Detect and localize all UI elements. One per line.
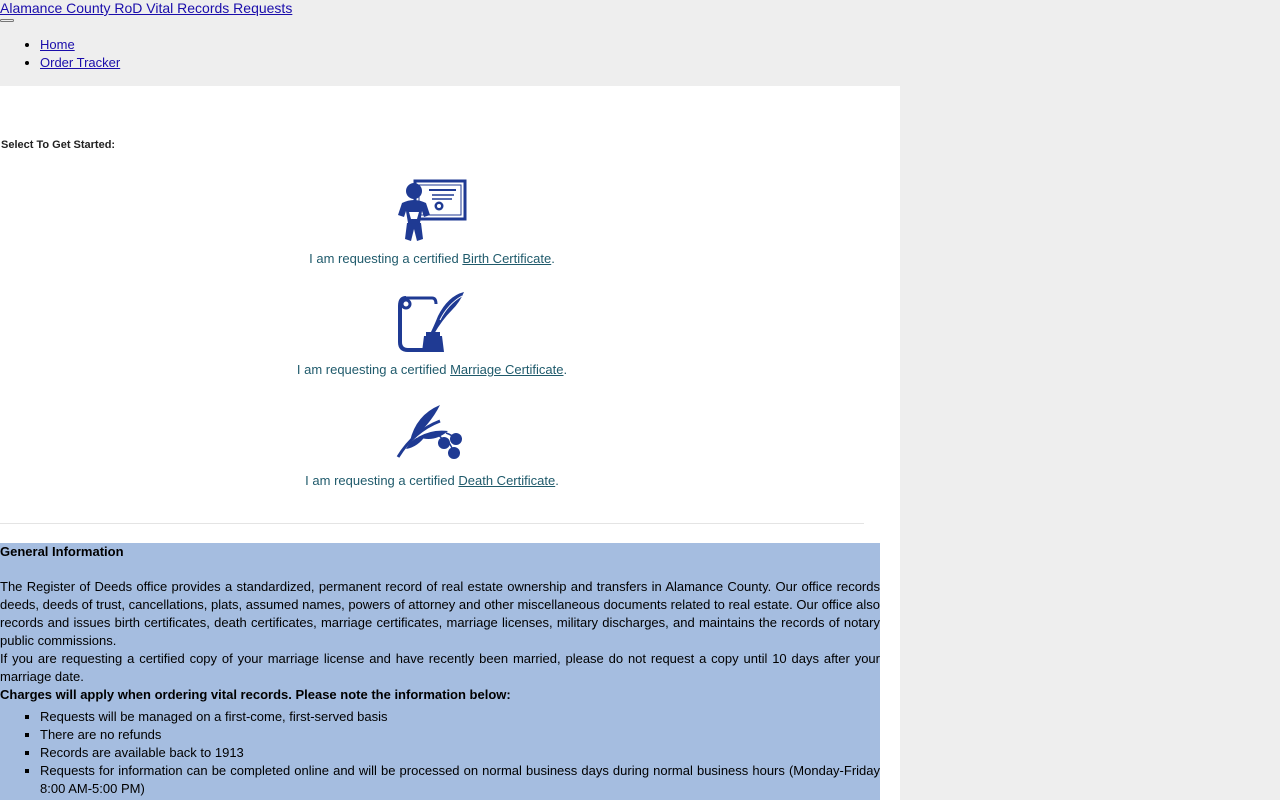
list-item: Requests will be managed on a first-come… [40, 708, 880, 726]
baby-certificate-icon[interactable] [396, 179, 468, 245]
menu-toggle-button[interactable] [0, 19, 14, 22]
list-item: Records are available back to 1913 [40, 744, 880, 762]
death-option-prefix: I am requesting a certified [305, 473, 459, 488]
section-divider [0, 523, 864, 524]
main-nav: Home Order Tracker [0, 36, 120, 72]
birth-certificate-link[interactable]: Birth Certificate [462, 251, 551, 266]
marriage-option-prefix: I am requesting a certified [296, 362, 451, 377]
marriage-option-text: I am requesting a certified Marriage Cer… [0, 362, 864, 377]
death-certificate-link[interactable]: Death Certificate [458, 473, 555, 488]
nav-link-home[interactable]: Home [40, 37, 75, 52]
death-option-text: I am requesting a certified Death Certif… [0, 473, 864, 488]
birth-certificate-option: I am requesting a certified Birth Certif… [0, 179, 864, 266]
quill-scroll-icon[interactable] [396, 290, 468, 356]
select-start-label: Select To Get Started: [1, 139, 116, 151]
general-info-heading: General Information [0, 544, 124, 559]
marriage-certificate-option: I am requesting a certified Marriage Cer… [0, 290, 864, 377]
birth-option-text: I am requesting a certified Birth Certif… [0, 251, 864, 266]
marriage-notice: If you are requesting a certified copy o… [0, 651, 880, 684]
marriage-certificate-link[interactable]: Marriage Certificate [450, 362, 563, 377]
list-item: Requests for information can be complete… [40, 762, 880, 798]
birth-option-suffix: . [551, 251, 555, 266]
marriage-option-suffix: . [563, 362, 568, 377]
main-content: Select To Get Started: I am requesting a… [0, 86, 900, 800]
register-description: The Register of Deeds office provides a … [0, 579, 880, 648]
olive-branch-icon[interactable] [396, 401, 468, 467]
nav-link-order-tracker[interactable]: Order Tracker [40, 55, 120, 70]
death-option-suffix: . [555, 473, 559, 488]
nav-item-order-tracker: Order Tracker [40, 54, 120, 72]
general-info-panel: General Information The Register of Deed… [0, 543, 880, 800]
birth-option-prefix: I am requesting a certified [309, 251, 463, 266]
nav-item-home: Home [40, 36, 120, 54]
death-certificate-option: I am requesting a certified Death Certif… [0, 401, 864, 488]
charges-list: Requests will be managed on a first-come… [0, 708, 880, 798]
charges-notice: Charges will apply when ordering vital r… [0, 687, 511, 702]
site-title-link[interactable]: Alamance County RoD Vital Records Reques… [0, 0, 292, 17]
list-item: There are no refunds [40, 726, 880, 744]
